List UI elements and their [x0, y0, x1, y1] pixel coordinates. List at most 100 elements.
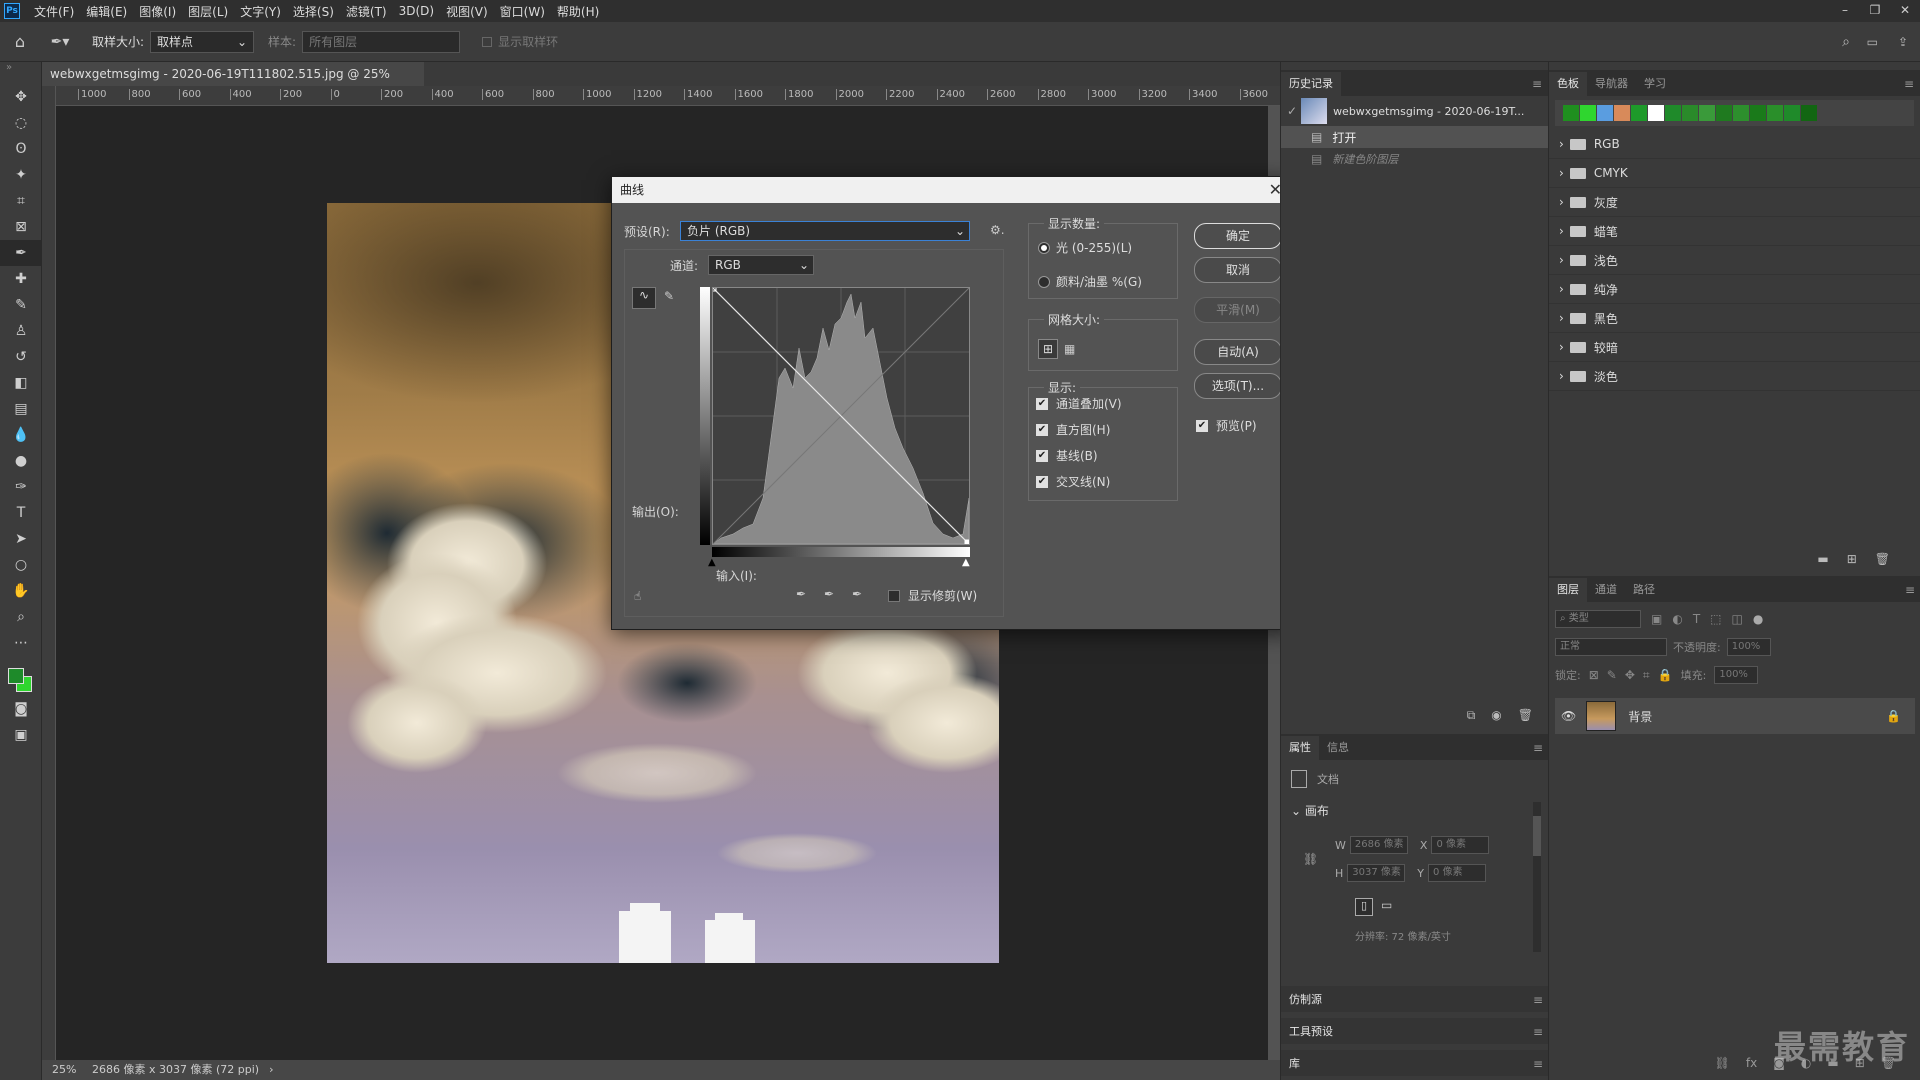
- zoom-level[interactable]: 25%: [42, 1060, 88, 1080]
- tab-properties[interactable]: 属性: [1281, 736, 1319, 760]
- lock-all-icon[interactable]: 🔒: [1658, 668, 1673, 682]
- stamp-tool-icon[interactable]: ♙: [0, 318, 42, 344]
- visibility-eye-icon[interactable]: 👁: [1561, 709, 1576, 723]
- eyedropper-tool-icon[interactable]: ✒: [0, 240, 42, 266]
- tab-learn[interactable]: 学习: [1636, 72, 1674, 96]
- auto-button[interactable]: 自动(A): [1194, 339, 1282, 365]
- swatch-chip[interactable]: [1733, 105, 1749, 121]
- x-field[interactable]: 0 像素: [1431, 836, 1490, 854]
- ok-button[interactable]: 确定: [1194, 223, 1282, 249]
- curves-graph[interactable]: [710, 285, 971, 546]
- tab-tool-presets[interactable]: 工具预设: [1281, 1020, 1341, 1044]
- swatch-chip[interactable]: [1699, 105, 1715, 121]
- dodge-tool-icon[interactable]: ●: [0, 448, 42, 474]
- opacity-field[interactable]: 100%: [1726, 638, 1771, 656]
- close-button[interactable]: ✕: [1890, 0, 1920, 22]
- quick-mask-icon[interactable]: ◙: [0, 696, 42, 722]
- cancel-button[interactable]: 取消: [1194, 257, 1282, 283]
- type-filter-icon[interactable]: T: [1693, 612, 1700, 626]
- panel-menu-icon[interactable]: ≡: [1904, 72, 1914, 96]
- history-snapshot[interactable]: ✓ webwxgetmsgimg - 2020-06-19T...: [1281, 96, 1548, 126]
- healing-tool-icon[interactable]: ✚: [0, 266, 42, 292]
- eyedropper-tool-icon[interactable]: ✒▾: [40, 34, 80, 50]
- adjustment-filter-icon[interactable]: ◐: [1672, 612, 1682, 626]
- history-item-new-levels[interactable]: ▤ 新建色阶图层: [1281, 148, 1548, 170]
- menu-file[interactable]: 文件(F): [28, 3, 80, 20]
- marquee-tool-icon[interactable]: ◌: [0, 110, 42, 136]
- menu-help[interactable]: 帮助(H): [551, 3, 605, 20]
- y-field[interactable]: 0 像素: [1428, 864, 1487, 882]
- swatch-chip[interactable]: [1750, 105, 1766, 121]
- panel-menu-icon[interactable]: ≡: [1533, 1020, 1543, 1044]
- minimize-button[interactable]: –: [1830, 0, 1860, 22]
- swatch-group-pure[interactable]: › 纯净: [1549, 275, 1920, 304]
- blur-tool-icon[interactable]: 💧: [0, 422, 42, 448]
- hand-adjust-icon[interactable]: ☝: [634, 589, 641, 603]
- menu-type[interactable]: 文字(Y): [234, 3, 287, 20]
- magic-wand-tool-icon[interactable]: ✦: [0, 162, 42, 188]
- baseline-checkbox[interactable]: ✔ 基线(B): [1036, 447, 1098, 464]
- width-field[interactable]: 2686 像素: [1349, 836, 1408, 854]
- camera-icon[interactable]: ◉: [1491, 708, 1501, 728]
- screen-mode-icon[interactable]: ▣: [0, 722, 42, 748]
- brush-source-icon[interactable]: ✓: [1287, 104, 1297, 118]
- swatch-group-pale[interactable]: › 淡色: [1549, 362, 1920, 391]
- collapse-icon[interactable]: »: [0, 62, 41, 84]
- share-icon[interactable]: ⇪: [1898, 35, 1908, 49]
- brush-tool-icon[interactable]: ✎: [0, 292, 42, 318]
- pencil-tool-icon[interactable]: ✎: [664, 289, 674, 303]
- swatch-group-light[interactable]: › 浅色: [1549, 246, 1920, 275]
- tab-swatches[interactable]: 色板: [1549, 72, 1587, 96]
- new-document-from-state-icon[interactable]: ⧉: [1467, 708, 1476, 728]
- tab-info[interactable]: 信息: [1319, 736, 1357, 760]
- menu-window[interactable]: 窗口(W): [494, 3, 551, 20]
- history-brush-tool-icon[interactable]: ↺: [0, 344, 42, 370]
- swatch-chip[interactable]: [1716, 105, 1732, 121]
- menu-select[interactable]: 选择(S): [287, 3, 340, 20]
- smooth-button[interactable]: 平滑(M): [1194, 297, 1282, 323]
- tab-navigator[interactable]: 导航器: [1587, 72, 1636, 96]
- tab-libraries[interactable]: 库: [1281, 1052, 1308, 1076]
- preset-gear-icon[interactable]: ⚙.: [990, 223, 1005, 237]
- sample-select[interactable]: 所有图层: [302, 30, 461, 53]
- swatch-chip[interactable]: [1665, 105, 1681, 121]
- swatch-chip[interactable]: [1614, 105, 1630, 121]
- color-swatches[interactable]: [0, 656, 41, 696]
- swatch-group-dark[interactable]: › 黑色: [1549, 304, 1920, 333]
- link-icon[interactable]: ⛓: [1303, 852, 1318, 866]
- crop-tool-icon[interactable]: ⌗: [0, 188, 42, 214]
- smart-object-filter-icon[interactable]: ◫: [1732, 612, 1743, 626]
- properties-scrollbar[interactable]: [1533, 802, 1541, 952]
- swatch-group-darker[interactable]: › 较暗: [1549, 333, 1920, 362]
- swatch-chip[interactable]: [1682, 105, 1698, 121]
- histogram-checkbox[interactable]: ✔ 直方图(H): [1036, 421, 1110, 438]
- curve-point-tool-icon[interactable]: ∿: [632, 287, 656, 309]
- swatch-chip[interactable]: [1784, 105, 1800, 121]
- blend-mode-select[interactable]: 正常: [1555, 638, 1667, 656]
- menu-edit[interactable]: 编辑(E): [80, 3, 133, 20]
- gradient-tool-icon[interactable]: ▤: [0, 396, 42, 422]
- pixel-filter-icon[interactable]: ▣: [1651, 612, 1662, 626]
- gray-point-eyedropper-icon[interactable]: ✒: [824, 587, 834, 601]
- search-icon[interactable]: ⌕: [1842, 34, 1850, 50]
- home-icon[interactable]: ⌂: [0, 32, 40, 51]
- preset-select[interactable]: 负片 (RGB) ⌄: [680, 221, 970, 241]
- intersection-checkbox[interactable]: ✔ 交叉线(N): [1036, 473, 1110, 490]
- swatch-chip[interactable]: [1563, 105, 1579, 121]
- options-button[interactable]: 选项(T)...: [1194, 373, 1282, 399]
- tab-paths[interactable]: 路径: [1625, 578, 1663, 602]
- light-radio[interactable]: 光 (0-255)(L): [1038, 239, 1132, 256]
- document-tab[interactable]: webwxgetmsgimg - 2020-06-19T111802.515.j…: [42, 62, 424, 105]
- black-point-eyedropper-icon[interactable]: ✒: [796, 587, 806, 601]
- tab-clone-source[interactable]: 仿制源: [1281, 988, 1330, 1012]
- layer-filter-select[interactable]: ⌕ 类型: [1555, 610, 1641, 628]
- history-item-open[interactable]: ▤ 打开: [1281, 126, 1548, 148]
- new-swatch-icon[interactable]: ⊞: [1847, 552, 1857, 566]
- show-clipping-checkbox[interactable]: 显示修剪(W): [888, 587, 977, 604]
- lock-artboard-icon[interactable]: ⌗: [1643, 668, 1650, 683]
- more-tools-icon[interactable]: ⋯: [0, 630, 42, 656]
- show-ring-checkbox[interactable]: [482, 36, 493, 47]
- tab-layers[interactable]: 图层: [1549, 578, 1587, 602]
- trash-icon[interactable]: 🗑: [1518, 708, 1533, 728]
- swatch-group-cmyk[interactable]: › CMYK: [1549, 159, 1920, 188]
